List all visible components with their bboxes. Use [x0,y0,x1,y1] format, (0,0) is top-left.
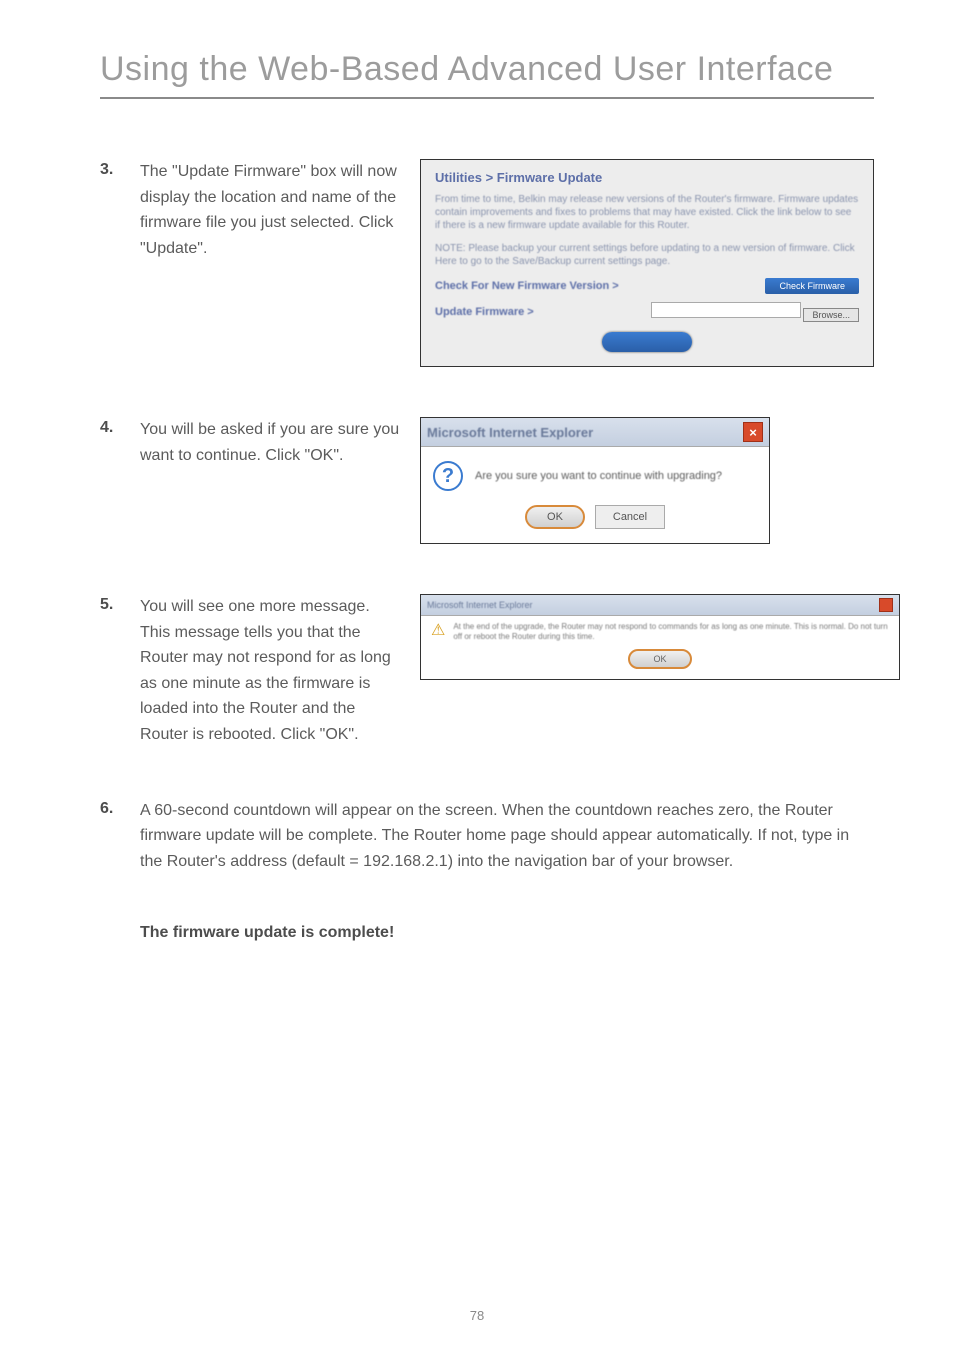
title-divider [100,97,874,99]
firmware-file-input[interactable] [651,302,801,318]
panel-heading: Utilities > Firmware Update [435,170,859,185]
warning-icon: ⚠ [431,622,445,638]
page-number: 78 [0,1308,954,1323]
cancel-button[interactable]: Cancel [595,505,665,529]
step-3: 3. The "Update Firmware" box will now di… [100,159,874,367]
step-text: A 60-second countdown will appear on the… [140,798,874,875]
check-firmware-label: Check For New Firmware Version > [435,280,619,292]
panel-paragraph-1: From time to time, Belkin may release ne… [435,193,859,232]
update-button[interactable] [602,332,692,352]
firmware-update-panel: Utilities > Firmware Update From time to… [420,159,874,367]
step-text: You will see one more message. This mess… [140,594,400,748]
step-text: You will be asked if you are sure you wa… [140,417,400,468]
step-5: 5. You will see one more message. This m… [100,594,874,748]
step-number: 6. [100,798,140,818]
dialog-title: Microsoft Internet Explorer [427,425,593,440]
dialog-message: Are you sure you want to continue with u… [475,470,722,482]
update-firmware-label: Update Firmware > [435,306,534,318]
browse-button[interactable]: Browse... [803,308,859,322]
info-dialog: Microsoft Internet Explorer ⚠ At the end… [420,594,900,680]
dialog-message: At the end of the upgrade, the Router ma… [453,622,889,641]
close-icon[interactable] [879,598,893,612]
step-number: 3. [100,159,140,179]
page-title: Using the Web-Based Advanced User Interf… [100,50,874,89]
close-icon[interactable]: × [743,422,763,442]
ok-button[interactable]: OK [628,649,692,669]
step-6: 6. A 60-second countdown will appear on … [100,798,874,875]
confirm-dialog: Microsoft Internet Explorer × ? Are you … [420,417,770,544]
step-text: The "Update Firmware" box will now displ… [140,159,400,261]
ok-button[interactable]: OK [525,505,585,529]
completion-message: The firmware update is complete! [140,924,874,942]
question-icon: ? [433,461,463,491]
panel-paragraph-2: NOTE: Please backup your current setting… [435,242,859,268]
dialog-title: Microsoft Internet Explorer [427,600,533,610]
step-number: 4. [100,417,140,437]
check-firmware-button[interactable]: Check Firmware [765,278,859,294]
step-number: 5. [100,594,140,614]
step-4: 4. You will be asked if you are sure you… [100,417,874,544]
